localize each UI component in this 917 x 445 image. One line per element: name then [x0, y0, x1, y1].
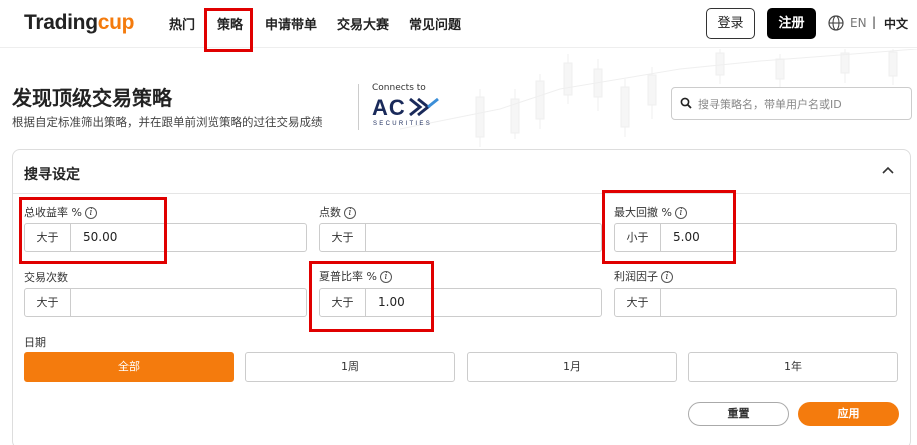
field-label-total-return: 总收益率 % i — [24, 204, 97, 220]
globe-icon[interactable] — [828, 15, 844, 31]
value-input[interactable]: 5.00 — [661, 224, 896, 251]
operator-select[interactable]: 大于 — [615, 289, 661, 316]
panel-title: 搜寻设定 — [24, 167, 80, 183]
apply-button[interactable]: 应用 — [798, 402, 899, 426]
search-icon — [680, 97, 692, 109]
svg-text:SECURITIES: SECURITIES — [373, 121, 432, 127]
value-input[interactable] — [366, 224, 601, 251]
hero-banner: 发现顶级交易策略 根据自定标准筛出策略，并在跟单前浏览策略的过往交易成绩 Con… — [0, 49, 917, 149]
lang-zh[interactable]: 中文 — [884, 15, 908, 32]
field-points[interactable]: 大于 — [319, 223, 602, 252]
page-subtitle: 根据自定标准筛出策略，并在跟单前浏览策略的过往交易成绩 — [12, 115, 323, 129]
operator-select[interactable]: 大于 — [320, 224, 366, 251]
date-option-1-month[interactable]: 1月 — [467, 352, 677, 382]
nav-item-faq[interactable]: 常见问题 — [409, 14, 461, 33]
svg-text:AC: AC — [372, 95, 406, 120]
nav-item-strategy[interactable]: 策略 — [217, 14, 243, 33]
operator-select[interactable]: 大于 — [25, 289, 71, 316]
search-box[interactable] — [671, 87, 912, 120]
login-button[interactable]: 登录 — [706, 8, 755, 39]
field-total-return[interactable]: 大于 50.00 — [24, 223, 307, 252]
info-icon[interactable]: i — [674, 207, 687, 219]
field-label-points: 点数 i — [319, 204, 356, 220]
banner-divider — [358, 84, 359, 130]
logo-text-cup: cup — [97, 11, 135, 34]
operator-select[interactable]: 小于 — [615, 224, 661, 251]
date-option-1-week[interactable]: 1周 — [245, 352, 455, 382]
search-input[interactable] — [698, 94, 906, 114]
info-icon[interactable]: i — [379, 271, 392, 283]
field-label-profit-factor: 利润因子 i — [614, 268, 673, 284]
chevron-up-icon[interactable] — [882, 166, 894, 174]
nav-item-competition[interactable]: 交易大赛 — [337, 14, 389, 33]
field-profit-factor[interactable]: 大于 — [614, 288, 897, 317]
info-icon[interactable]: i — [661, 271, 673, 283]
operator-select[interactable]: 大于 — [25, 224, 71, 251]
date-label: 日期 — [24, 336, 46, 349]
register-button[interactable]: 注册 — [767, 8, 816, 39]
value-input[interactable] — [71, 289, 306, 316]
field-sharpe-ratio[interactable]: 大于 1.00 — [319, 288, 602, 317]
info-icon[interactable]: i — [344, 207, 356, 219]
field-label-sharpe-ratio: 夏普比率 % i — [319, 268, 392, 284]
field-max-drawdown[interactable]: 小于 5.00 — [614, 223, 897, 252]
value-input[interactable] — [661, 289, 896, 316]
connects-to-label: Connects to — [372, 83, 426, 93]
nav-item-hot[interactable]: 热门 — [169, 14, 195, 33]
field-label-max-drawdown: 最大回撤 % i — [614, 204, 687, 220]
date-option-all[interactable]: 全部 — [24, 352, 234, 382]
nav-item-apply-lead[interactable]: 申请带单 — [265, 14, 317, 33]
lang-en[interactable]: EN — [850, 16, 867, 30]
lang-separator: | — [872, 15, 877, 29]
top-header: Tradingcup 热门 策略 申请带单 交易大赛 常见问题 登录 注册 EN… — [0, 0, 917, 48]
operator-select[interactable]: 大于 — [320, 289, 366, 316]
info-icon[interactable]: i — [84, 207, 97, 219]
logo-text-trading: Trading — [24, 11, 98, 34]
field-label-trade-count: 交易次数 — [24, 271, 68, 284]
field-trade-count[interactable]: 大于 — [24, 288, 307, 317]
value-input[interactable]: 1.00 — [366, 289, 601, 316]
acy-securities-logo: AC SECURITIES — [372, 95, 439, 127]
value-input[interactable]: 50.00 — [71, 224, 306, 251]
date-option-1-year[interactable]: 1年 — [688, 352, 898, 382]
reset-button[interactable]: 重置 — [688, 402, 789, 426]
panel-divider — [13, 193, 910, 194]
logo[interactable]: Tradingcup — [24, 11, 134, 35]
page-title: 发现顶级交易策略 — [12, 86, 172, 110]
